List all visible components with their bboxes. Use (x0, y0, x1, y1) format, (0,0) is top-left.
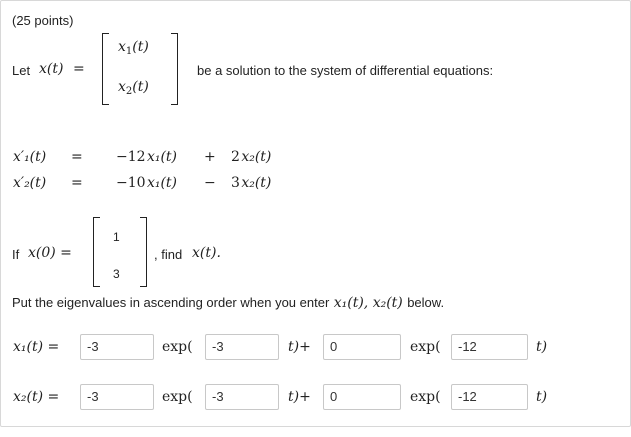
eq2-sign: − (204, 175, 216, 191)
find-variable: x(t). (192, 245, 221, 261)
init-value-2: 3 (113, 267, 120, 281)
answer1-coef2-input[interactable]: 0 (323, 334, 401, 360)
if-label: If (12, 247, 20, 262)
answer1-eig2-input[interactable]: -12 (451, 334, 528, 360)
equals-sign: = (73, 61, 85, 77)
init-right-bracket (140, 217, 147, 287)
answer2-coef2-input[interactable]: 0 (323, 384, 401, 410)
answer2-exp2: exp( (410, 389, 441, 405)
answer2-eig2-input[interactable]: -12 (451, 384, 528, 410)
eq1-term2: 2 x₂(t) (231, 149, 272, 165)
answer1-eig1-input[interactable]: -3 (205, 334, 279, 360)
answer1-mid: t)+ (288, 339, 311, 355)
answer2-exp1: exp( (162, 389, 193, 405)
instruction-line: Put the eigenvalues in ascending order w… (12, 294, 444, 312)
answer1-coef1-input[interactable]: -3 (80, 334, 154, 360)
answer2-end: t) (536, 389, 548, 405)
answer2-eig1-input[interactable]: -3 (205, 384, 279, 410)
answer2-mid: t)+ (288, 389, 311, 405)
eq2-term1: −10 x₁(t) (116, 175, 178, 191)
init-value-1: 1 (113, 230, 120, 244)
system-description: be a solution to the system of different… (197, 63, 494, 78)
find-label: , find (154, 247, 183, 262)
let-label: Let (12, 63, 31, 78)
answer1-exp1: exp( (162, 339, 193, 355)
x2-of-t: x2(t) (118, 79, 149, 97)
answer2-lhs: x₂(t) = (13, 389, 60, 405)
eq2-equals: = (71, 175, 83, 191)
left-bracket (102, 33, 109, 105)
eq1-term1: −12 x₁(t) (116, 149, 178, 165)
x0-lhs: x(0) = (28, 245, 72, 261)
answer1-exp2: exp( (410, 339, 441, 355)
instruction-end: below. (407, 295, 445, 310)
eq2-term2: 3 x₂(t) (231, 175, 272, 191)
eq1-lhs: x′₁(t) (13, 149, 47, 165)
init-left-bracket (93, 217, 100, 287)
right-bracket (171, 33, 178, 105)
instruction-vars: x₁(t), x₂(t) (333, 295, 403, 311)
eq1-equals: = (71, 149, 83, 165)
eq2-lhs: x′₂(t) (13, 175, 47, 191)
problem-panel: (25 points) Let x(t) = x1(t) x2(t) be a … (0, 0, 631, 427)
answer1-lhs: x₁(t) = (13, 339, 60, 355)
answer2-coef1-input[interactable]: -3 (80, 384, 154, 410)
x-t-symbol: x(t) (39, 61, 64, 77)
answer1-end: t) (536, 339, 548, 355)
instruction-text: Put the eigenvalues in ascending order w… (12, 295, 330, 310)
x1-of-t: x1(t) (118, 39, 149, 57)
eq1-sign: + (204, 149, 216, 165)
points-label: (25 points) (12, 13, 74, 28)
